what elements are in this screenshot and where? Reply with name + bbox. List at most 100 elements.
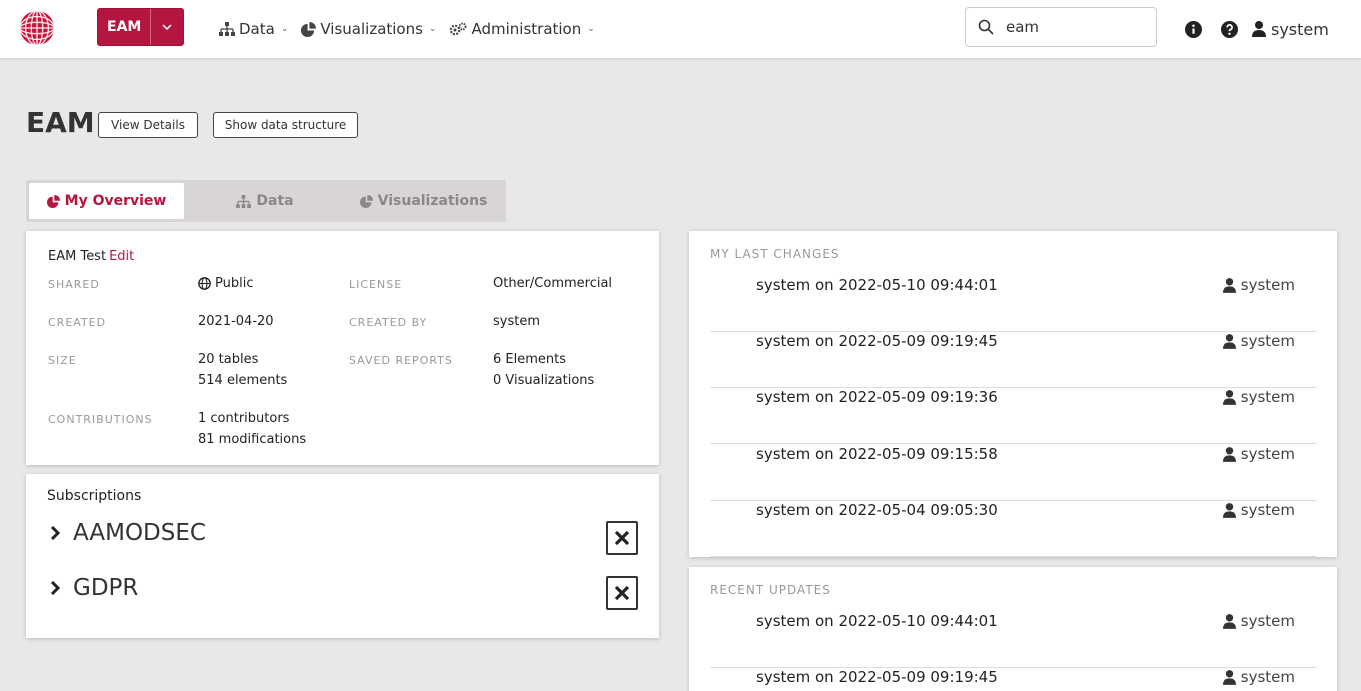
change-text: system on 2022-05-10 09:44:01 bbox=[756, 276, 998, 294]
update-user-name: system bbox=[1240, 612, 1295, 630]
nav-data[interactable]: Data ⌄ bbox=[219, 20, 288, 38]
last-changes-card: MY LAST CHANGES system on 2022-05-10 09:… bbox=[689, 231, 1337, 557]
chevron-down-icon: ⌄ bbox=[280, 24, 289, 34]
repository-name-row: EAM Test Edit bbox=[48, 249, 134, 264]
modifications-count: 81 modifications bbox=[198, 432, 307, 447]
saved-visualizations: 0 Visualizations bbox=[493, 373, 595, 388]
search-box[interactable] bbox=[965, 7, 1157, 47]
user-icon bbox=[1222, 333, 1236, 349]
change-text: system on 2022-05-09 09:19:36 bbox=[756, 388, 998, 406]
pie-chart-icon bbox=[301, 21, 317, 37]
recent-updates-title: RECENT UPDATES bbox=[710, 583, 831, 597]
edit-link[interactable]: Edit bbox=[109, 249, 134, 264]
contributors-count: 1 contributors bbox=[198, 411, 290, 426]
list-item[interactable]: system on 2022-05-10 09:44:01 system bbox=[710, 612, 1316, 668]
saved-elements: 6 Elements bbox=[493, 352, 566, 367]
nav-data-label: Data bbox=[239, 20, 275, 38]
chevron-right-icon[interactable] bbox=[46, 581, 66, 595]
change-user-name: system bbox=[1240, 445, 1295, 463]
close-icon bbox=[614, 530, 630, 546]
change-user: system bbox=[1222, 388, 1295, 406]
repository-selector[interactable]: EAM bbox=[97, 8, 184, 46]
list-item[interactable]: system on 2022-05-09 09:19:45 system bbox=[710, 668, 1316, 691]
tab-visualizations-label: Visualizations bbox=[377, 193, 488, 209]
list-item[interactable]: system on 2022-05-10 09:44:01 system bbox=[710, 276, 1316, 332]
close-icon bbox=[614, 585, 630, 601]
list-item[interactable]: system on 2022-05-09 09:15:58 system bbox=[710, 445, 1316, 501]
recent-updates-card: RECENT UPDATES system on 2022-05-10 09:4… bbox=[689, 567, 1337, 691]
search-icon[interactable] bbox=[966, 19, 1006, 35]
user-icon bbox=[1222, 446, 1236, 462]
subscription-item[interactable]: AAMODSEC bbox=[46, 520, 206, 546]
user-icon bbox=[1222, 613, 1236, 629]
update-text: system on 2022-05-09 09:19:45 bbox=[756, 668, 998, 686]
change-user: system bbox=[1222, 445, 1295, 463]
info-icon[interactable] bbox=[1185, 20, 1202, 38]
subscriptions-title: Subscriptions bbox=[47, 488, 142, 504]
help-icon[interactable] bbox=[1221, 20, 1238, 38]
subscription-item[interactable]: GDPR bbox=[46, 575, 138, 601]
change-user: system bbox=[1222, 501, 1295, 519]
top-right-actions: system bbox=[1185, 0, 1329, 58]
update-text: system on 2022-05-10 09:44:01 bbox=[756, 612, 998, 630]
shared-label: SHARED bbox=[48, 278, 100, 291]
sitemap-icon bbox=[236, 194, 252, 208]
tab-my-overview-label: My Overview bbox=[64, 193, 167, 209]
change-user-name: system bbox=[1240, 388, 1295, 406]
view-details-button[interactable]: View Details bbox=[98, 112, 198, 138]
nav-administration[interactable]: Administration ⌄ bbox=[449, 20, 595, 38]
repository-label: EAM bbox=[107, 19, 142, 35]
user-icon bbox=[1222, 389, 1236, 405]
subscription-name: AAMODSEC bbox=[73, 520, 206, 546]
update-user: system bbox=[1222, 612, 1295, 630]
license-label: LICENSE bbox=[349, 278, 403, 291]
list-item[interactable]: system on 2022-05-09 09:19:36 system bbox=[710, 388, 1316, 444]
list-item[interactable]: system on 2022-05-04 09:05:30 system bbox=[710, 501, 1316, 557]
created-by-value: system bbox=[493, 314, 540, 329]
chevron-down-icon[interactable] bbox=[150, 9, 183, 45]
gears-icon bbox=[450, 22, 467, 35]
nav-visualizations[interactable]: Visualizations ⌄ bbox=[301, 20, 436, 38]
change-user-name: system bbox=[1240, 501, 1295, 519]
chevron-down-icon: ⌄ bbox=[428, 24, 437, 34]
search-input[interactable] bbox=[1006, 18, 1146, 36]
created-value: 2021-04-20 bbox=[198, 314, 274, 329]
user-icon bbox=[1222, 277, 1236, 293]
tab-my-overview[interactable]: My Overview bbox=[29, 183, 184, 219]
repository-info-card: EAM Test Edit SHARED Public LICENSE Other… bbox=[26, 231, 659, 465]
main-nav: Data ⌄ Visualizations ⌄ Administration ⌄ bbox=[219, 0, 595, 58]
change-text: system on 2022-05-09 09:15:58 bbox=[756, 445, 998, 463]
saved-reports-label: SAVED REPORTS bbox=[349, 354, 453, 367]
remove-subscription-button[interactable] bbox=[606, 576, 638, 610]
pie-chart-icon bbox=[359, 194, 373, 208]
license-value: Other/Commercial bbox=[493, 276, 613, 291]
chevron-right-icon[interactable] bbox=[46, 526, 66, 540]
change-user-name: system bbox=[1240, 332, 1295, 350]
show-data-structure-button[interactable]: Show data structure bbox=[213, 112, 358, 138]
logo-icon[interactable] bbox=[18, 8, 56, 48]
created-by-label: CREATED BY bbox=[349, 316, 428, 329]
shared-value-row: Public bbox=[198, 273, 253, 294]
change-text: system on 2022-05-09 09:19:45 bbox=[756, 332, 998, 350]
last-changes-title: MY LAST CHANGES bbox=[710, 247, 840, 261]
subscriptions-card: Subscriptions AAMODSEC GDPR bbox=[26, 474, 659, 638]
change-user: system bbox=[1222, 276, 1295, 294]
user-icon bbox=[1252, 21, 1266, 37]
tab-data-label: Data bbox=[256, 193, 294, 209]
globe-icon bbox=[198, 277, 211, 290]
remove-subscription-button[interactable] bbox=[606, 521, 638, 555]
list-item[interactable]: system on 2022-05-09 09:19:45 system bbox=[710, 332, 1316, 388]
nav-visualizations-label: Visualizations bbox=[320, 20, 423, 38]
tab-visualizations[interactable]: Visualizations bbox=[346, 183, 501, 219]
chevron-down-icon: ⌄ bbox=[587, 24, 595, 34]
subscription-name: GDPR bbox=[73, 575, 139, 601]
user-menu[interactable]: system bbox=[1252, 20, 1329, 39]
tab-data[interactable]: Data bbox=[184, 183, 346, 219]
user-name: system bbox=[1271, 19, 1329, 39]
user-icon bbox=[1222, 669, 1236, 685]
pie-chart-icon bbox=[46, 194, 60, 208]
update-user-name: system bbox=[1240, 668, 1295, 686]
nav-administration-label: Administration bbox=[471, 20, 582, 38]
contributions-label: CONTRIBUTIONS bbox=[48, 413, 153, 426]
tab-bar: My Overview Data Visualizations bbox=[26, 180, 506, 222]
